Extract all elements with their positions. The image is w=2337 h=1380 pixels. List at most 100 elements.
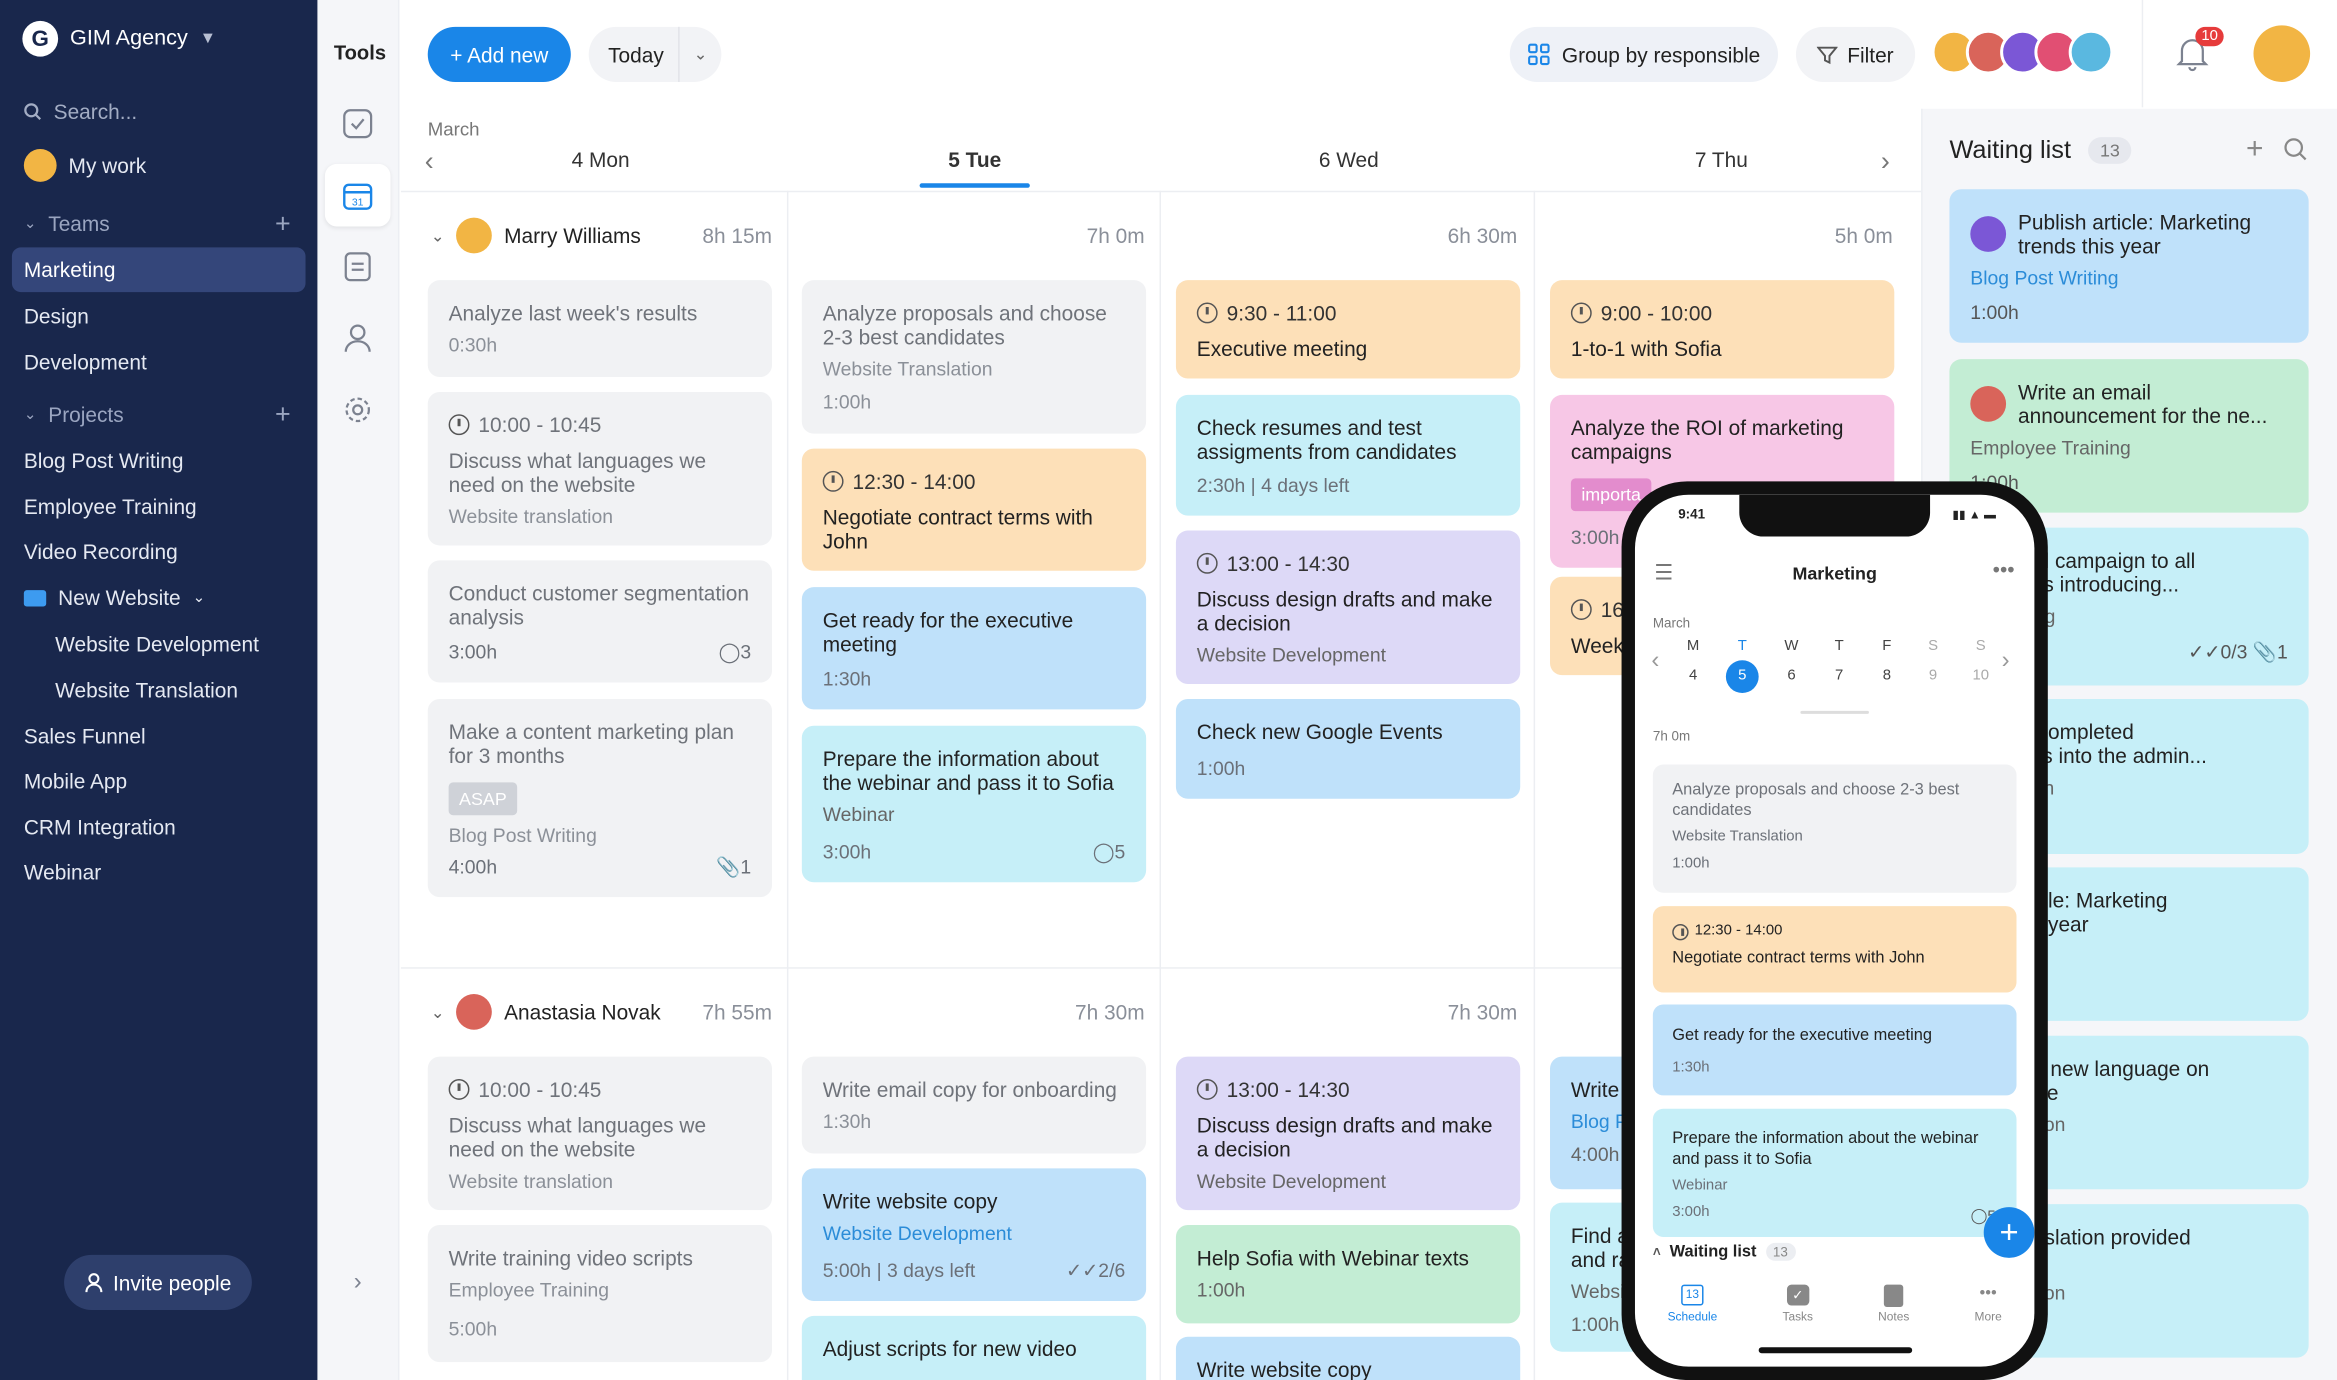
phone-task-card[interactable]: Analyze proposals and choose 2-3 best ca… bbox=[1652, 764, 2017, 893]
day-header-tue[interactable]: 5 Tue bbox=[855, 148, 1093, 172]
person-row-header[interactable]: ⌄ Marry Williams bbox=[431, 217, 641, 254]
tab-notes[interactable]: Notes bbox=[1878, 1284, 1909, 1323]
person-row-header[interactable]: ⌄ Anastasia Novak bbox=[431, 994, 661, 1030]
day-header-wed[interactable]: 6 Wed bbox=[1230, 148, 1468, 172]
sidebar-item-crm-integration[interactable]: CRM Integration bbox=[24, 815, 176, 839]
task-card[interactable]: Get ready for the executive meeting 1:30… bbox=[801, 587, 1147, 710]
date-cell[interactable]: 6 bbox=[1777, 668, 1807, 684]
today-button[interactable]: Today ⌄ bbox=[588, 26, 722, 82]
date-cell[interactable]: 9 bbox=[1918, 668, 1948, 684]
chevron-down-icon: ⌄ bbox=[192, 589, 206, 606]
date-cell[interactable]: 4 bbox=[1678, 668, 1708, 684]
task-project: Website translation bbox=[448, 505, 614, 528]
phone-waiting-list-toggle[interactable]: ˄ Waiting list 13 bbox=[1653, 1242, 1796, 1261]
chevron-right-icon[interactable]: › bbox=[1881, 146, 1890, 177]
date-cell[interactable]: 5 bbox=[1727, 668, 1757, 684]
fab-add-button[interactable]: + bbox=[1983, 1207, 2035, 1258]
more-dots-icon[interactable]: ••• bbox=[1993, 557, 2015, 581]
task-card[interactable]: 10:00 - 10:45 Discuss what languages we … bbox=[427, 391, 773, 546]
sidebar-item-blog-post-writing[interactable]: Blog Post Writing bbox=[24, 449, 184, 473]
settings-gear-icon[interactable] bbox=[341, 393, 374, 426]
task-project: Website Translation bbox=[822, 357, 993, 381]
task-card[interactable]: Prepare the information about the webina… bbox=[801, 725, 1147, 883]
sidebar-item-website-translation[interactable]: Website Translation bbox=[55, 678, 238, 702]
day-header-thu[interactable]: 7 Thu bbox=[1602, 148, 1840, 172]
day-duration: 7h 30m bbox=[1075, 999, 1145, 1024]
date-cell[interactable]: 7 bbox=[1824, 668, 1854, 684]
date-cell[interactable]: 8 bbox=[1872, 668, 1902, 684]
invite-people-button[interactable]: Invite people bbox=[64, 1254, 252, 1310]
avatar bbox=[23, 149, 57, 182]
search-input[interactable]: Search... bbox=[24, 100, 137, 124]
task-card[interactable]: 13:00 - 14:30 Discuss design drafts and … bbox=[1175, 530, 1521, 685]
task-card[interactable]: 9:30 - 11:00 Executive meeting bbox=[1175, 280, 1521, 379]
task-card[interactable]: Write website copy bbox=[1175, 1336, 1521, 1380]
phone-task-card[interactable]: 12:30 - 14:00 Negotiate contract terms w… bbox=[1652, 906, 2017, 993]
sidebar-item-sales-funnel[interactable]: Sales Funnel bbox=[24, 724, 146, 748]
calendar-icon[interactable]: 31 bbox=[341, 179, 374, 212]
task-card[interactable]: 13:00 - 14:30 Discuss design drafts and … bbox=[1175, 1056, 1521, 1211]
workspace-switcher[interactable]: G GIM Agency ▼ bbox=[22, 20, 216, 57]
task-title: Analyze proposals and choose 2-3 best ca… bbox=[822, 301, 1107, 349]
task-card[interactable]: Write website copy Website Development 5… bbox=[801, 1168, 1147, 1302]
chevron-right-icon[interactable]: › bbox=[2002, 648, 2010, 675]
tasks-check-icon[interactable] bbox=[341, 107, 374, 140]
task-card[interactable]: Check resumes and test assigments from c… bbox=[1175, 394, 1521, 516]
sidebar-item-marketing[interactable]: Marketing bbox=[24, 258, 116, 282]
task-card[interactable]: 12:30 - 14:00 Negotiate contract terms w… bbox=[801, 448, 1147, 571]
sidebar-item-design[interactable]: Design bbox=[24, 304, 89, 328]
person-icon[interactable] bbox=[341, 322, 374, 355]
task-card[interactable]: Write email copy for onboarding 1:30h bbox=[801, 1056, 1147, 1154]
search-icon[interactable] bbox=[2283, 137, 2307, 168]
sidebar-item-webinar[interactable]: Webinar bbox=[24, 860, 101, 884]
task-title: Negotiate contract terms with John bbox=[1672, 949, 1925, 968]
task-card[interactable]: Adjust scripts for new video bbox=[801, 1315, 1147, 1380]
phone-tab-bar: 13 Schedule ✓ Tasks Notes ••• More bbox=[1635, 1284, 2034, 1324]
tab-more[interactable]: ••• More bbox=[1975, 1285, 2002, 1324]
sidebar-item-label: Development bbox=[23, 350, 147, 375]
comment-count: 3 bbox=[740, 640, 752, 664]
filter-button[interactable]: Filter bbox=[1795, 26, 1916, 82]
waiting-task-card[interactable]: Publish article: Marketing trends this y… bbox=[1949, 189, 2309, 343]
tab-tasks[interactable]: ✓ Tasks bbox=[1782, 1284, 1813, 1323]
user-avatar[interactable] bbox=[2253, 25, 2311, 82]
add-plus-icon[interactable]: + bbox=[2246, 133, 2263, 167]
chevron-left-icon[interactable]: ‹ bbox=[425, 146, 434, 177]
sidebar-item-mobile-app[interactable]: Mobile App bbox=[24, 769, 127, 793]
tab-schedule[interactable]: 13 Schedule bbox=[1668, 1284, 1717, 1323]
task-card[interactable]: Conduct customer segmentation analysis 3… bbox=[427, 560, 773, 683]
group-by-responsible-button[interactable]: Group by responsible bbox=[1509, 26, 1779, 82]
sidebar-item-video-recording[interactable]: Video Recording bbox=[24, 539, 178, 563]
task-card[interactable]: 9:00 - 10:00 1-to-1 with Sofia bbox=[1550, 280, 1895, 379]
add-team-plus-icon[interactable]: + bbox=[275, 209, 291, 240]
projects-section-toggle[interactable]: ⌄ Projects bbox=[24, 402, 124, 426]
sidebar-item-development[interactable]: Development bbox=[24, 350, 147, 374]
my-work-link[interactable]: My work bbox=[23, 149, 146, 182]
task-card[interactable]: Check new Google Events 1:00h bbox=[1175, 698, 1521, 799]
day-header-mon[interactable]: 4 Mon bbox=[481, 148, 719, 172]
task-card[interactable]: Analyze proposals and choose 2-3 best ca… bbox=[801, 280, 1147, 434]
task-meta: 1:30h bbox=[1672, 1059, 1710, 1076]
add-new-button[interactable]: + Add new bbox=[427, 26, 571, 82]
teams-section-toggle[interactable]: ⌄ Teams bbox=[24, 212, 110, 236]
task-card[interactable]: Write training video scripts Employee Tr… bbox=[427, 1225, 773, 1363]
chevron-down-icon[interactable]: ⌄ bbox=[678, 26, 721, 82]
phone-task-card[interactable]: Get ready for the executive meeting 1:30… bbox=[1652, 1004, 2017, 1096]
sidebar-item-label: Webinar bbox=[23, 859, 102, 884]
drag-handle[interactable] bbox=[1800, 710, 1869, 714]
sidebar-item-employee-training[interactable]: Employee Training bbox=[24, 495, 197, 519]
date-cell[interactable]: 10 bbox=[1966, 668, 1996, 684]
task-card[interactable]: 10:00 - 10:45 Discuss what languages we … bbox=[427, 1056, 773, 1211]
chevron-right-icon[interactable]: › bbox=[341, 1267, 374, 1300]
notes-icon[interactable] bbox=[341, 250, 374, 283]
sidebar-item-website-development[interactable]: Website Development bbox=[55, 632, 259, 656]
add-project-plus-icon[interactable]: + bbox=[275, 399, 291, 430]
avatar[interactable] bbox=[2068, 29, 2114, 75]
task-card[interactable]: Make a content marketing plan for 3 mont… bbox=[427, 698, 773, 898]
task-card[interactable]: Analyze last week's results 0:30h bbox=[427, 280, 773, 378]
task-card[interactable]: Help Sofia with Webinar texts 1:00h bbox=[1175, 1225, 1521, 1324]
sidebar-folder-new-website[interactable]: New Website ⌄ bbox=[23, 586, 206, 610]
home-indicator bbox=[1758, 1347, 1913, 1354]
phone-task-card[interactable]: Prepare the information about the webina… bbox=[1652, 1108, 2017, 1237]
chevron-left-icon[interactable]: ‹ bbox=[1651, 648, 1659, 675]
